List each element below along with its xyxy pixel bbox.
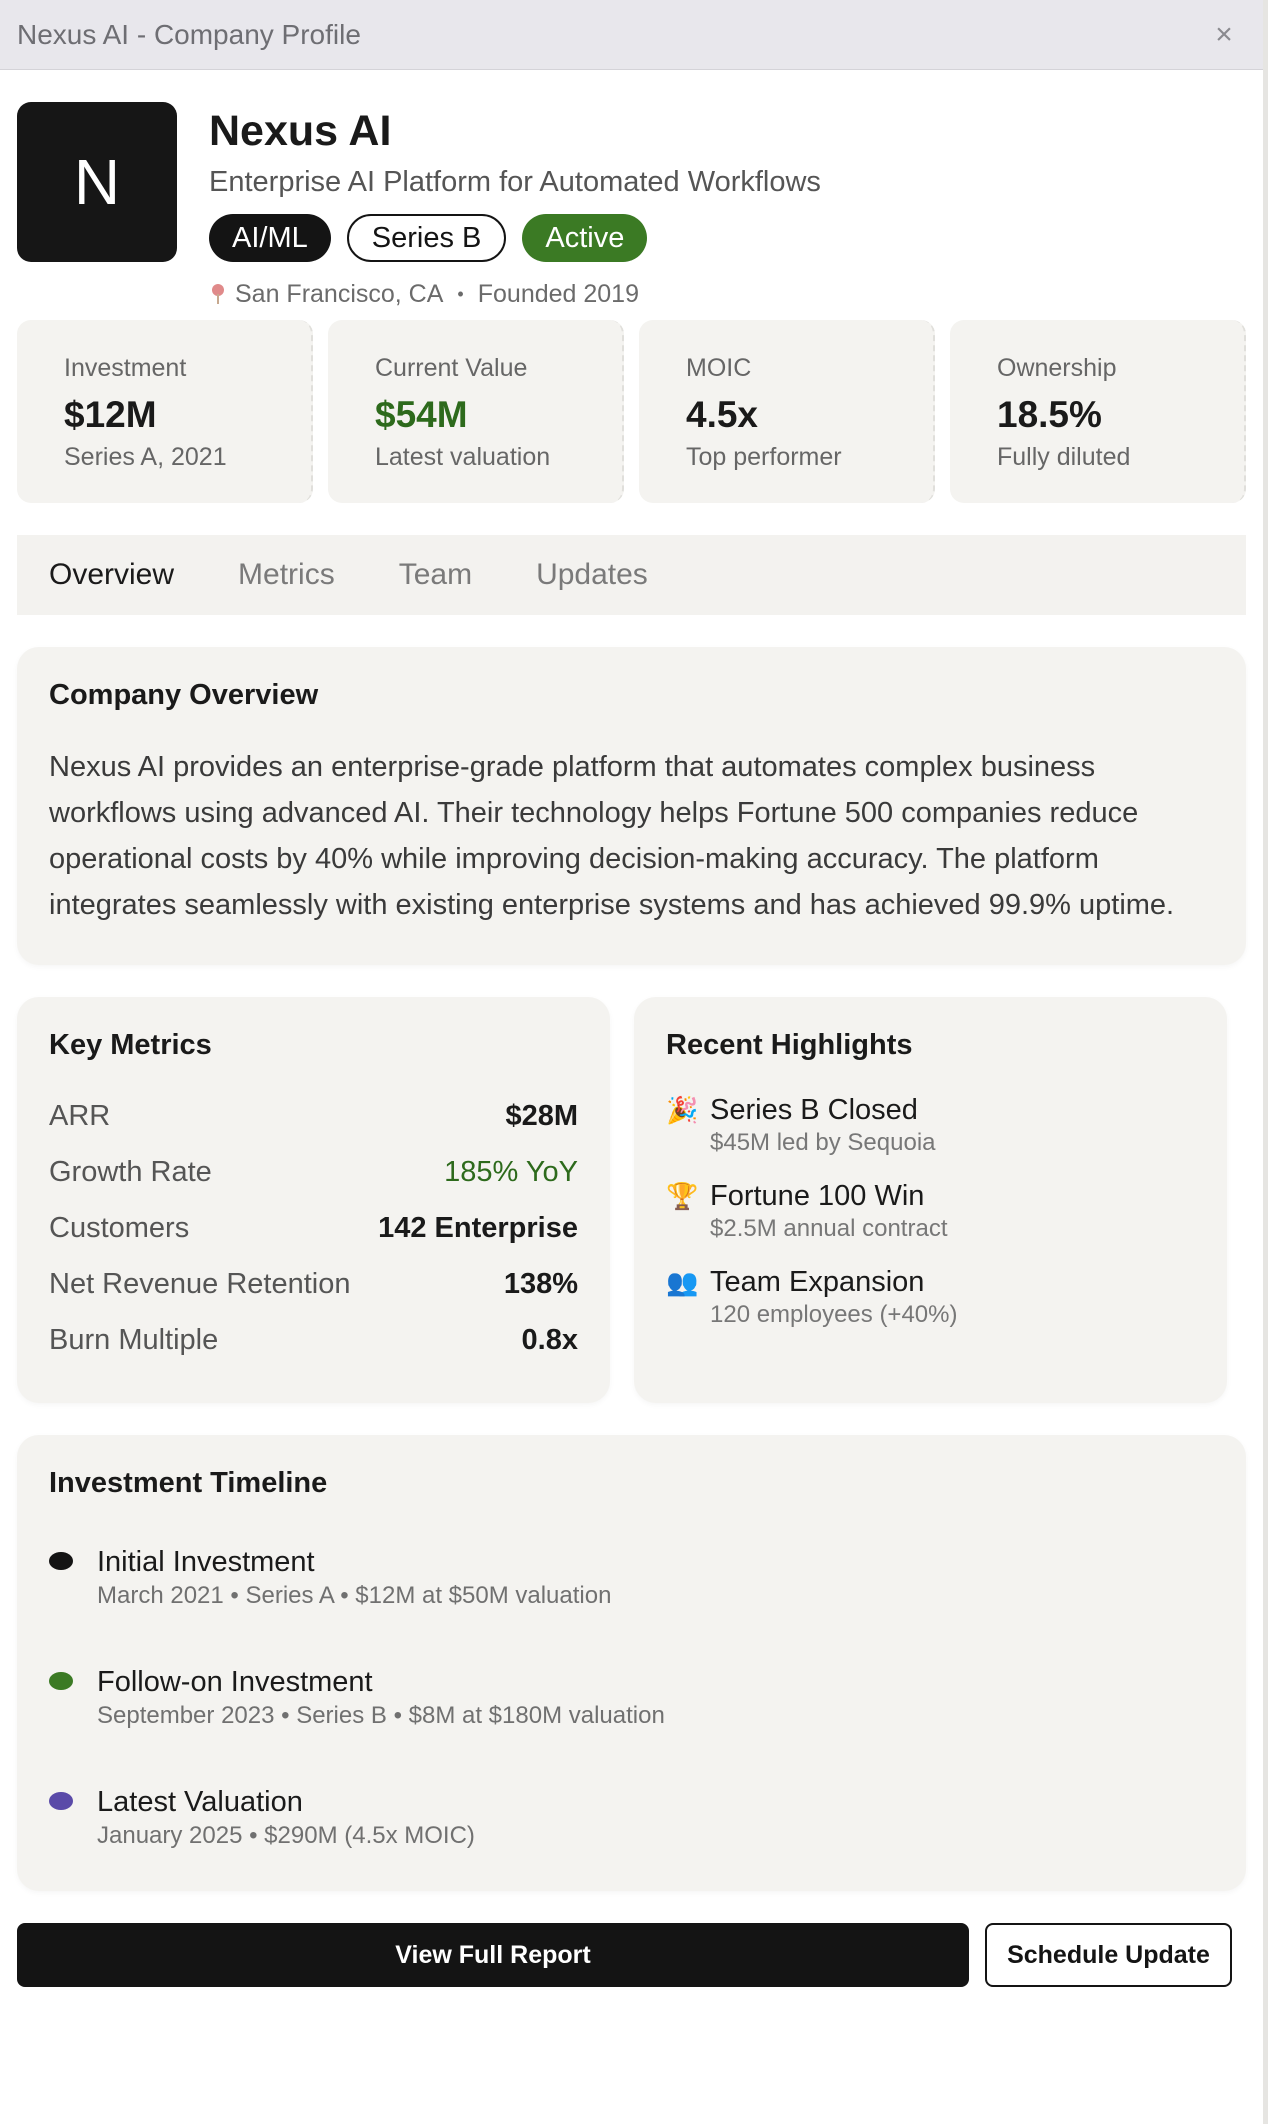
stat-card-ownership: Ownership 18.5% Fully diluted — [950, 320, 1246, 503]
metric-row: Burn Multiple 0.8x — [49, 1312, 578, 1368]
location-pin-icon — [209, 283, 227, 306]
tab-overview[interactable]: Overview — [49, 558, 174, 592]
metric-label: Customers — [49, 1211, 190, 1244]
metric-value: 138% — [503, 1267, 578, 1300]
stat-sub: Series A, 2021 — [64, 443, 227, 471]
investment-timeline-card: Investment Timeline Initial Investment M… — [17, 1435, 1246, 1891]
tag-list: AI/ML Series B Active — [209, 214, 821, 262]
timeline-dot-icon — [49, 1552, 73, 1570]
tag-stage: Series B — [346, 214, 507, 262]
party-popper-icon: 🎉 — [666, 1095, 699, 1125]
metric-value: 0.8x — [521, 1323, 578, 1356]
highlight-item: 🎉 Series B Closed $45M led by Sequoia — [666, 1092, 1195, 1158]
stat-label: Current Value — [375, 354, 528, 382]
metric-row: Net Revenue Retention 138% — [49, 1256, 578, 1312]
timeline-item: Follow-on Investment September 2023 • Se… — [49, 1664, 1214, 1784]
timeline-title: Initial Investment — [97, 1546, 315, 1578]
tab-bar: Overview Metrics Team Updates — [17, 535, 1246, 615]
highlight-sub: $2.5M annual contract — [710, 1215, 948, 1242]
company-profile-window: Nexus AI - Company Profile × N Nexus AI … — [0, 0, 1263, 2124]
timeline-sub: September 2023 • Series B • $8M at $180M… — [97, 1702, 665, 1729]
company-location: San Francisco, CA — [235, 280, 444, 308]
metric-value: $28M — [505, 1099, 578, 1132]
stat-cards: Investment $12M Series A, 2021 Current V… — [17, 320, 1246, 503]
tab-team[interactable]: Team — [399, 558, 472, 592]
tag-sector: AI/ML — [209, 214, 331, 262]
key-metrics-card: Key Metrics ARR $28M Growth Rate 185% Yo… — [17, 997, 610, 1403]
stat-value: 4.5x — [686, 394, 759, 435]
trophy-icon: 🏆 — [666, 1181, 699, 1211]
highlight-item: 👥 Team Expansion 120 employees (+40%) — [666, 1264, 1195, 1330]
timeline-dot-icon — [49, 1792, 73, 1810]
company-name: Nexus AI — [209, 107, 392, 155]
meta-separator: • — [457, 284, 464, 304]
stat-card-investment: Investment $12M Series A, 2021 — [17, 320, 313, 503]
card-title: Recent Highlights — [666, 1029, 913, 1061]
metric-row: ARR $28M — [49, 1088, 578, 1144]
company-overview-card: Company Overview Nexus AI provides an en… — [17, 647, 1246, 965]
stat-value: $12M — [64, 394, 157, 435]
card-title: Investment Timeline — [49, 1467, 328, 1499]
metric-label: Net Revenue Retention — [49, 1267, 351, 1300]
stat-card-current-value: Current Value $54M Latest valuation — [328, 320, 624, 503]
timeline-title: Follow-on Investment — [97, 1666, 373, 1698]
stat-card-moic: MOIC 4.5x Top performer — [639, 320, 935, 503]
view-full-report-button[interactable]: View Full Report — [17, 1923, 969, 1987]
metric-value: 142 Enterprise — [378, 1211, 578, 1244]
stat-label: MOIC — [686, 354, 752, 382]
stat-label: Ownership — [997, 354, 1117, 382]
title-bar: Nexus AI - Company Profile × — [0, 0, 1263, 70]
highlight-sub: $45M led by Sequoia — [710, 1129, 936, 1156]
recent-highlights-card: Recent Highlights 🎉 Series B Closed $45M… — [634, 997, 1227, 1403]
metric-row: Customers 142 Enterprise — [49, 1200, 578, 1256]
tab-metrics[interactable]: Metrics — [238, 558, 335, 592]
schedule-update-button[interactable]: Schedule Update — [985, 1923, 1232, 1987]
stat-sub: Latest valuation — [375, 443, 551, 471]
timeline-item: Initial Investment March 2021 • Series A… — [49, 1544, 1214, 1664]
timeline-title: Latest Valuation — [97, 1786, 303, 1818]
card-title: Company Overview — [49, 679, 319, 711]
action-bar: View Full Report Schedule Update — [17, 1923, 1246, 1987]
stat-sub: Top performer — [686, 443, 842, 471]
timeline-dot-icon — [49, 1672, 73, 1690]
stat-sub: Fully diluted — [997, 443, 1131, 471]
metric-label: Burn Multiple — [49, 1323, 219, 1356]
highlight-title: Series B Closed — [710, 1094, 918, 1126]
highlight-item: 🏆 Fortune 100 Win $2.5M annual contract — [666, 1178, 1195, 1244]
tab-updates[interactable]: Updates — [536, 558, 648, 592]
people-icon: 👥 — [666, 1267, 699, 1297]
card-title: Key Metrics — [49, 1029, 212, 1061]
overview-text: Nexus AI provides an enterprise-grade pl… — [49, 751, 1175, 921]
highlight-title: Fortune 100 Win — [710, 1180, 925, 1212]
window-title: Nexus AI - Company Profile — [17, 18, 361, 50]
company-tagline: Enterprise AI Platform for Automated Wor… — [209, 166, 821, 198]
metric-label: ARR — [49, 1099, 111, 1132]
close-icon[interactable]: × — [1207, 18, 1241, 52]
timeline-sub: March 2021 • Series A • $12M at $50M val… — [97, 1582, 612, 1609]
company-meta: San Francisco, CA • Founded 2019 — [209, 280, 821, 309]
timeline-sub: January 2025 • $290M (4.5x MOIC) — [97, 1822, 475, 1849]
company-founded: Founded 2019 — [477, 280, 639, 308]
metric-label: Growth Rate — [49, 1155, 212, 1188]
status-badge: Active — [522, 214, 648, 262]
company-logo: N — [17, 102, 177, 262]
scrollbar[interactable] — [1263, 0, 1268, 2124]
metric-value: 185% YoY — [444, 1155, 578, 1188]
company-header: N Nexus AI Enterprise AI Platform for Au… — [17, 102, 1246, 308]
metric-row: Growth Rate 185% YoY — [49, 1144, 578, 1200]
stat-label: Investment — [64, 354, 187, 382]
stat-value: 18.5% — [997, 394, 1102, 435]
timeline-item: Latest Valuation January 2025 • $290M (4… — [49, 1784, 1214, 1904]
highlight-title: Team Expansion — [710, 1266, 925, 1298]
stat-value: $54M — [375, 394, 468, 435]
highlight-sub: 120 employees (+40%) — [710, 1301, 958, 1328]
